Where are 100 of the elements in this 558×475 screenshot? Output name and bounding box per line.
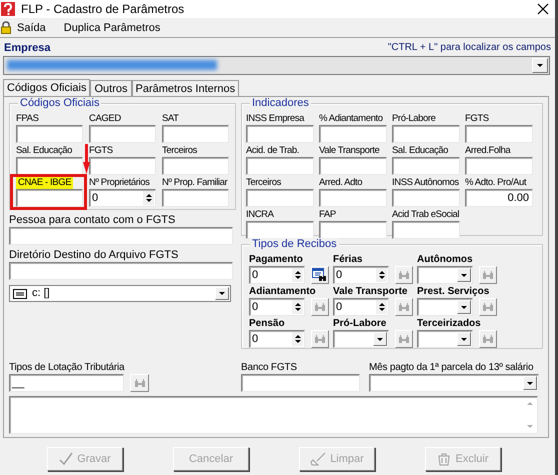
group-title: Indicadores	[250, 97, 311, 109]
spin-field[interactable]: 0	[249, 266, 305, 284]
input-field[interactable]	[465, 125, 533, 143]
field-label: INSS Empresa	[246, 112, 304, 125]
field-label: Vale Transporte	[333, 285, 408, 298]
group-title: Códigos Oficiais	[18, 97, 102, 109]
field-label: Sal. Educação	[392, 144, 448, 157]
input-field[interactable]	[392, 125, 460, 143]
annotation-arrow	[83, 144, 90, 174]
input-field[interactable]	[9, 262, 233, 280]
spin-field[interactable]: 0	[333, 298, 390, 316]
field-label: Diretório Destino do Arquivo FGTS	[9, 249, 178, 262]
field-label: Nº Proprietários	[89, 176, 150, 189]
input-field[interactable]: 0.00	[465, 189, 533, 207]
field-label: % Adiantamento	[319, 112, 383, 125]
spin-field[interactable]: 0	[249, 298, 306, 316]
input-field[interactable]	[246, 221, 314, 239]
input-field[interactable]	[16, 125, 83, 143]
dropdown-field[interactable]	[417, 266, 474, 284]
dropdown-field[interactable]	[417, 298, 474, 316]
padlock-icon	[1, 21, 11, 34]
menu-item[interactable]: Duplica Parâmetros	[64, 22, 164, 34]
input-field[interactable]	[89, 157, 156, 175]
spinner-icon	[292, 268, 303, 282]
input-field[interactable]: __	[9, 374, 124, 392]
field-label: Pagamento	[249, 253, 303, 266]
input-field[interactable]	[16, 189, 83, 207]
field-label: Pró-Labore	[392, 112, 436, 125]
spinner-icon	[292, 300, 304, 314]
check-icon	[59, 452, 74, 466]
input-field[interactable]	[9, 227, 233, 245]
field-label: FGTS	[465, 112, 489, 125]
input-field[interactable]: 0	[89, 189, 156, 207]
lookup-button[interactable]	[311, 266, 329, 284]
field-label: FPAS	[16, 112, 39, 125]
spinner-icon	[292, 332, 304, 346]
input-field[interactable]	[16, 157, 83, 175]
field-label: % Adto. Pro/Aut	[465, 176, 526, 189]
dropdown-field[interactable]	[369, 374, 539, 392]
field-label: FAP	[319, 208, 336, 221]
field-label: INCRA	[246, 208, 274, 221]
input-field[interactable]	[162, 189, 229, 207]
input-field[interactable]	[89, 125, 156, 143]
field-label: Arred.Folha	[465, 144, 510, 157]
input-field[interactable]	[319, 221, 387, 239]
field-label: INSS Autônomos	[392, 176, 459, 189]
tab[interactable]: Outros	[90, 80, 132, 96]
tab[interactable]: Códigos Oficiais	[3, 79, 90, 96]
field-label: CAGED	[89, 112, 121, 125]
text-area[interactable]	[9, 396, 538, 434]
dropdown-field[interactable]	[333, 330, 390, 348]
input-field[interactable]	[241, 374, 360, 392]
spin-field[interactable]: 0	[333, 266, 390, 284]
drive-dropdown[interactable]: c: []	[9, 285, 231, 302]
field-label: Pensão	[249, 317, 285, 330]
field-label: Férias	[333, 253, 362, 266]
field-label: Pró-Labore	[333, 317, 386, 330]
field-label: Arred. Adto	[319, 176, 362, 189]
input-field[interactable]	[319, 125, 387, 143]
window-title: FLP - Cadastro de Parâmetros	[21, 2, 184, 16]
company-dropdown[interactable]	[3, 56, 550, 75]
input-field[interactable]	[392, 189, 460, 207]
field-label: SAT	[162, 112, 179, 125]
field-label: Terceirizados	[417, 317, 481, 330]
spinner-icon	[376, 300, 388, 314]
tab[interactable]: Parâmetros Internos	[132, 80, 240, 96]
shortcut-hint: "CTRL + L" para localizar os campos	[388, 42, 551, 54]
input-field[interactable]	[246, 189, 314, 207]
input-field[interactable]	[319, 189, 387, 207]
field-label: Mês pagto da 1ª parcela do 13º salário	[369, 361, 534, 374]
dropdown-field[interactable]	[417, 330, 474, 348]
field-label: Terceiros	[246, 176, 281, 189]
input-field[interactable]	[246, 157, 314, 175]
input-field[interactable]	[392, 221, 460, 239]
input-field[interactable]	[319, 157, 387, 175]
field-label: Vale Transporte	[319, 144, 380, 157]
input-field[interactable]	[392, 157, 460, 175]
field-label: Tipos de Lotação Tributária	[9, 361, 124, 374]
field-label: Nº Prop. Familiar	[162, 176, 228, 189]
menu-item[interactable]: Saída	[1, 21, 50, 34]
field-label: Acid Trab eSocial	[392, 208, 460, 221]
input-field[interactable]	[162, 157, 229, 175]
trash-icon	[437, 452, 452, 466]
field-label: FGTS	[89, 144, 113, 157]
field-label: Adiantamento	[249, 285, 316, 298]
close-button[interactable]	[537, 2, 549, 16]
spinner-icon	[143, 191, 154, 205]
spinner-icon	[376, 268, 388, 282]
field-label: CNAE - IBGE	[16, 176, 74, 189]
field-label: Terceiros	[162, 144, 197, 157]
field-label: Pessoa para contato com o FGTS	[9, 214, 176, 227]
input-field[interactable]	[246, 125, 314, 143]
company-label: Empresa	[4, 42, 50, 54]
input-field[interactable]	[162, 125, 229, 143]
field-label: Autônomos	[417, 253, 473, 266]
field-label: Banco FGTS	[241, 361, 297, 374]
broom-icon	[310, 452, 326, 466]
group-title: Tipos de Recibos	[250, 238, 339, 250]
input-field[interactable]	[465, 157, 533, 175]
spin-field[interactable]: 0	[249, 330, 306, 348]
